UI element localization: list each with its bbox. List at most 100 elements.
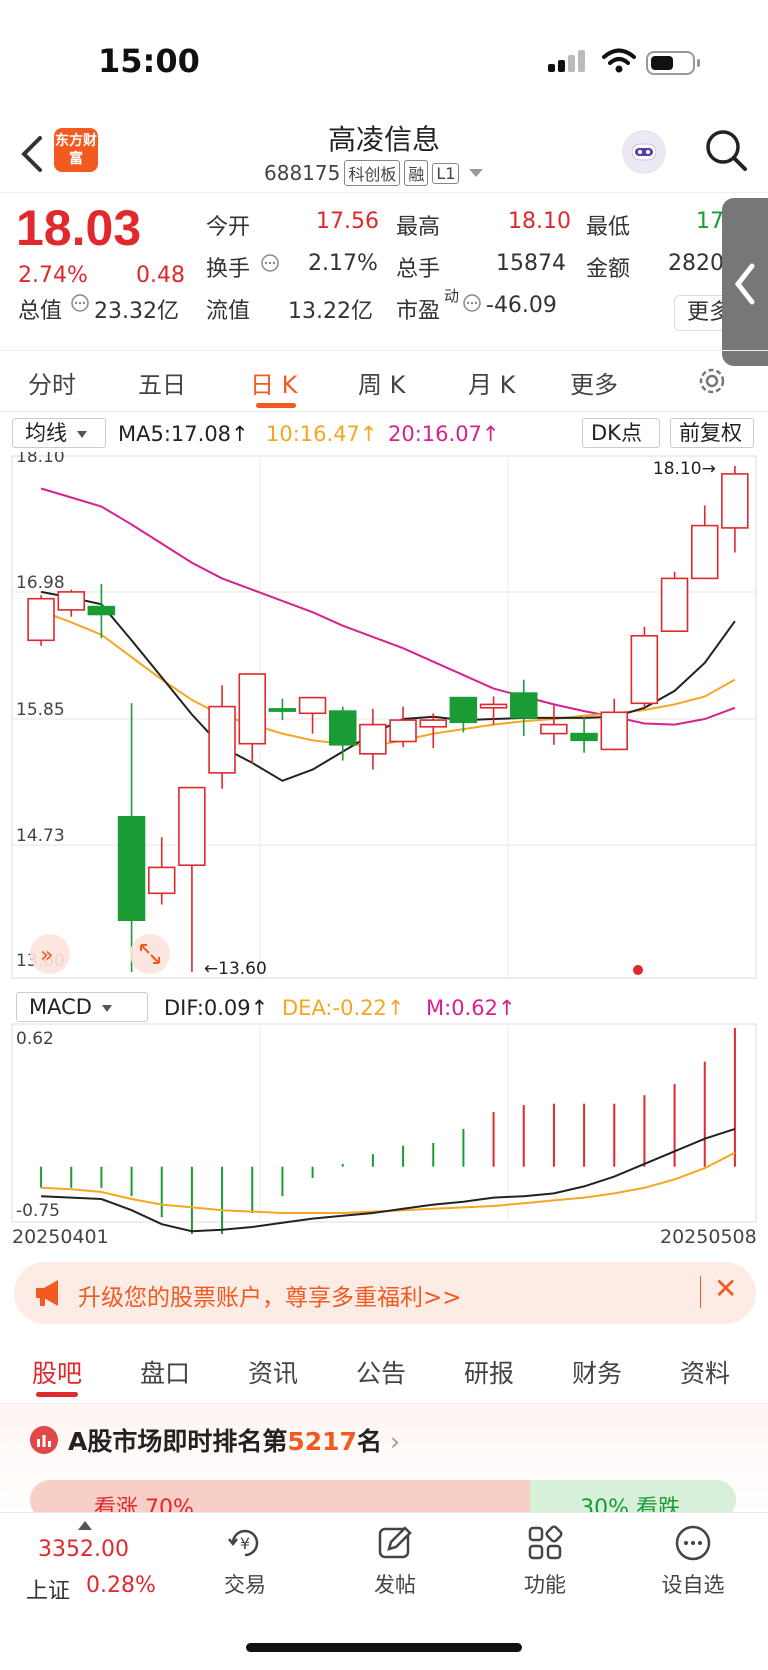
open-label: 今开 <box>206 215 251 240</box>
candle-body <box>298 696 327 715</box>
high-value: 18.10 <box>508 209 571 234</box>
stock-code: 688175 <box>264 161 341 185</box>
tab-weekly-k[interactable]: 周 K <box>358 365 405 400</box>
promo-banner[interactable]: 升级您的股票账户，尊享多重福利>> ✕ <box>14 1262 756 1324</box>
tag-board: 科创板 <box>344 160 401 186</box>
info-tabs: 股吧 盘口 资讯 公告 研报 财务 资料 <box>0 1340 768 1404</box>
tab-guba[interactable]: 股吧 <box>32 1354 82 1390</box>
float-value: 13.22亿 <box>288 299 373 324</box>
tab-announcements[interactable]: 公告 <box>356 1354 406 1390</box>
close-icon[interactable]: ✕ <box>714 1272 737 1305</box>
current-dot <box>633 965 643 975</box>
y-tick-label: -0.75 <box>16 1201 60 1221</box>
change-percent: 2.74% <box>18 263 88 288</box>
macd-svg: 0.62 -0.75 <box>11 1023 757 1235</box>
rank-prefix: A股市场即时排名第 <box>68 1427 288 1456</box>
amount-value: 2820 <box>668 251 724 276</box>
tab-daily-k[interactable]: 日 K <box>250 365 297 400</box>
tab-five-day[interactable]: 五日 <box>138 365 186 400</box>
candle-body <box>449 696 478 724</box>
candle-body <box>570 732 598 742</box>
tab-more[interactable]: 更多 <box>570 365 618 400</box>
candle-body <box>268 708 297 712</box>
candle-body <box>27 597 55 642</box>
rank-text: A股市场即时排名第5217名 › <box>68 1422 400 1458</box>
tab-research[interactable]: 研报 <box>464 1354 514 1390</box>
pe-value: -46.09 <box>486 293 557 318</box>
wifi-icon <box>602 48 636 73</box>
start-date: 20250401 <box>12 1226 109 1248</box>
candle-body <box>238 673 267 745</box>
candle-body <box>87 605 116 616</box>
macd-selector[interactable]: MACD <box>16 992 148 1022</box>
tab-intraday[interactable]: 分时 <box>28 365 76 400</box>
functions-button[interactable]: 功能 <box>500 1523 590 1599</box>
date-axis: 20250401 20250508 <box>0 1222 768 1252</box>
stock-header: 东方财富 高凌信息 688175 科创板 融 L1 <box>0 112 768 192</box>
candle-body <box>57 591 85 611</box>
macd-chart[interactable]: 0.62 -0.75 <box>0 1020 768 1240</box>
mktcap-value: 23.32亿 <box>94 299 179 324</box>
tag-level: L1 <box>432 162 460 184</box>
ma-indicator-row: 均线 MA5:17.08↑ 10:16.47↑ 20:16.07↑ DK点 前复… <box>0 412 768 452</box>
tab-profile[interactable]: 资料 <box>680 1354 730 1390</box>
info-icon[interactable] <box>260 253 280 273</box>
volume-value: 15874 <box>496 251 566 276</box>
up-triangle-icon <box>78 1521 92 1530</box>
info-icon[interactable] <box>70 293 90 313</box>
chart-period-tabs: 分时 五日 日 K 周 K 月 K 更多 <box>0 350 768 412</box>
y-tick-label: 16.98 <box>16 573 65 593</box>
candle-body <box>389 719 417 743</box>
add-watchlist-button[interactable]: 设自选 <box>648 1523 738 1599</box>
tab-finance[interactable]: 财务 <box>572 1354 622 1390</box>
double-chevron-icon: » <box>40 943 53 968</box>
stock-code-row[interactable]: 688175 科创板 融 L1 <box>264 160 484 186</box>
index-value[interactable]: 3352.00 <box>38 1537 129 1562</box>
candle-body <box>630 635 659 705</box>
tab-news[interactable]: 资讯 <box>248 1354 298 1390</box>
high-label: 最高 <box>396 215 441 240</box>
search-icon[interactable] <box>704 128 748 172</box>
macd-selector-label: MACD <box>29 995 92 1019</box>
dea-value: DEA:-0.22↑ <box>282 996 405 1020</box>
y-tick-label: 18.10 <box>16 452 65 467</box>
volume-label: 总手 <box>396 257 441 282</box>
candle-body <box>509 692 538 719</box>
megaphone-icon <box>36 1280 58 1306</box>
info-icon[interactable] <box>462 293 482 313</box>
high-marker: 18.10→ <box>653 459 716 479</box>
low-marker: ←13.60 <box>204 959 267 979</box>
tab-monthly-k[interactable]: 月 K <box>468 365 515 400</box>
svg-text:¥: ¥ <box>240 1534 250 1553</box>
candle-body <box>721 473 749 529</box>
market-rank[interactable]: A股市场即时排名第5217名 › 看涨 70% 30% 看跌 <box>0 1404 768 1520</box>
side-drawer-tab[interactable] <box>722 198 768 366</box>
fullscreen-button <box>130 934 170 974</box>
rank-number: 5217 <box>287 1427 357 1456</box>
active-tab-indicator <box>36 1392 78 1397</box>
dropdown-icon <box>77 430 87 438</box>
candle-body <box>690 524 719 580</box>
chevron-down-icon <box>469 169 484 177</box>
y-tick-label: 15.85 <box>16 700 65 720</box>
ma-selector[interactable]: 均线 <box>12 418 106 448</box>
kline-chart[interactable]: 18.1016.9815.8514.7313.6018.10→←13.60» <box>0 447 768 992</box>
grid-icon <box>528 1525 563 1560</box>
rank-suffix: 名 <box>356 1427 382 1456</box>
candle-body <box>419 719 447 728</box>
low-label: 最低 <box>586 215 631 240</box>
end-date: 20250508 <box>660 1226 757 1248</box>
dk-point-button[interactable]: DK点 <box>582 418 660 448</box>
trade-button[interactable]: ¥ 交易 <box>200 1523 290 1599</box>
mktcap-label: 总值 <box>18 299 63 324</box>
kline-svg: 18.1016.9815.8514.7313.6018.10→←13.60» <box>11 447 757 979</box>
adjust-button[interactable]: 前复权 <box>670 418 754 448</box>
ma20-value: 20:16.07↑ <box>388 422 500 446</box>
trade-icon: ¥ <box>228 1529 259 1557</box>
y-tick-label: 14.73 <box>16 826 65 846</box>
ai-assistant-icon[interactable] <box>622 130 666 174</box>
gear-icon[interactable] <box>696 365 728 397</box>
ma5-value: MA5:17.08↑ <box>118 422 249 446</box>
post-button[interactable]: 发帖 <box>350 1523 440 1599</box>
tab-pankou[interactable]: 盘口 <box>140 1354 190 1390</box>
